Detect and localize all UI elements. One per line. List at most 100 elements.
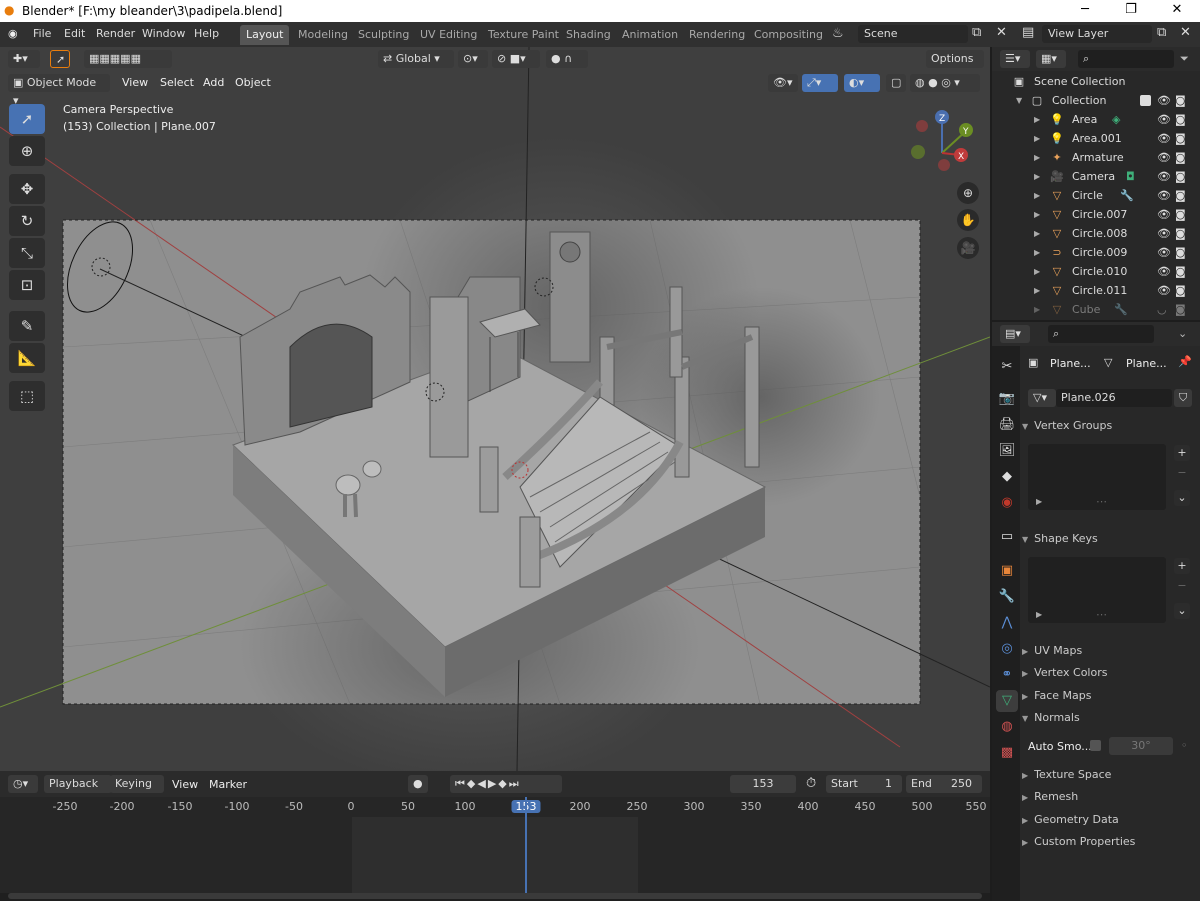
timeline-editor[interactable]: ◷▾ Playback ▾ Keying ▾ View Marker ● ⏮◆◀… [0,771,990,901]
expand-arrow-icon[interactable]: ▶ [1034,167,1040,186]
object-tab-icon[interactable]: ▣ [996,560,1018,582]
outliner[interactable]: ☰▾ ▦▾ ⌕ ⏷ ▣ Scene Collection ▼ ▢ Collect… [992,47,1200,320]
animate-property-icon[interactable]: ◦ [1181,739,1188,752]
playback-controls[interactable]: ⏮◆◀▶◆⏭ [450,775,562,793]
editor-type-button[interactable]: ✚▾ [8,50,40,68]
outliner-item-area[interactable]: ▶ 💡 Area ◈ 👁 ◙ [992,110,1200,129]
outliner-item-circle-008[interactable]: ▶ ▽ Circle.008 👁 ◙ [992,224,1200,243]
tab-modeling[interactable]: Modeling [292,25,354,45]
3d-viewport[interactable]: Z Y X ✚▾ ➚ ▦▦▦▦▦ ⇄ Global ▾ ⊙▾ ⊘ ■▾ ● ∩ … [0,47,990,771]
panel-custom-properties[interactable]: ▶ Custom Properties [1022,832,1192,852]
delete-view-layer-icon[interactable]: ✕ [1180,25,1191,40]
expand-arrow-icon[interactable]: ▶ [1034,129,1040,148]
panel-uv-maps[interactable]: ▶ UV Maps [1022,641,1192,661]
tab-layout[interactable]: Layout [240,25,290,45]
eye-icon[interactable]: 👁 [1157,167,1171,186]
menu-object[interactable]: Object [235,76,271,89]
constraints-tab-icon[interactable]: ⚭ [996,664,1018,686]
scale-icon[interactable]: ⤡ [9,238,45,268]
collection-checkbox[interactable] [1140,95,1151,106]
expand-arrow-icon[interactable]: ▶ [1034,243,1040,262]
mesh-breadcrumb[interactable]: Plane... [1126,357,1167,370]
transform-orientation-dropdown[interactable]: ⇄ Global ▾ [378,50,454,68]
camera-render-icon[interactable]: ◙ [1175,129,1186,148]
collection-tab-icon[interactable]: ▭ [996,526,1018,548]
camera-render-icon[interactable]: ◙ [1175,281,1186,300]
move-icon[interactable]: ✥ [9,174,45,204]
properties-editor-type-icon[interactable]: ▤▾ [1000,325,1030,343]
panel-geometry-data[interactable]: ▶ Geometry Data [1022,810,1192,830]
minimize-button[interactable]: ─ [1062,0,1108,22]
camera-render-icon[interactable]: ◙ [1175,205,1186,224]
panel-face-maps[interactable]: ▶ Face Maps [1022,686,1192,706]
outliner-item-circle-011[interactable]: ▶ ▽ Circle.011 👁 ◙ [992,281,1200,300]
timeline-body[interactable] [0,797,990,893]
snap-toggle-icon[interactable]: ⊘ ■▾ [492,50,540,68]
rotate-icon[interactable]: ↻ [9,206,45,236]
select-tool-icon[interactable]: ➚ [50,50,70,68]
pin-icon[interactable]: 📌 [1178,355,1192,368]
camera-render-icon[interactable]: ◙ [1175,243,1186,262]
vertex-groups-list[interactable]: ▶ ⋯ [1028,444,1166,510]
add-vertex-group-button[interactable]: + [1174,445,1190,461]
mesh-data-tab-icon[interactable]: ▽ [996,690,1018,712]
shape-key-specials-icon[interactable]: ⌄ [1174,603,1190,619]
auto-smooth-angle-field[interactable]: 30° [1109,737,1173,755]
eye-icon[interactable]: 👁 [1157,281,1171,300]
eye-icon[interactable]: 👁 [1157,262,1171,281]
tool-tab-icon[interactable]: ✂ [996,356,1018,378]
stopwatch-icon[interactable]: ⏱ [806,776,816,791]
eye-icon[interactable]: 👁 [1157,148,1171,167]
expand-arrow-icon[interactable]: ▶ [1034,224,1040,243]
modifier-wrench-icon[interactable]: 🔧 [1120,186,1134,205]
menu-file[interactable]: File [33,27,51,40]
camera-view-icon[interactable]: 🎥 [957,237,979,259]
xray-toggle-icon[interactable]: ▢ [886,74,906,92]
scene-collection-row[interactable]: ▣ Scene Collection [992,72,1200,91]
menu-select[interactable]: Select [160,76,194,89]
outliner-search-input[interactable]: ⌕ [1078,50,1174,68]
current-frame-field[interactable]: 153 [730,775,796,793]
expand-arrow-icon[interactable]: ▶ [1034,262,1040,281]
mesh-name-field[interactable]: Plane.026 [1056,389,1172,407]
new-scene-icon[interactable]: ⧉ [972,25,981,40]
filter-icon[interactable]: ⏷ [1180,52,1189,66]
tab-animation[interactable]: Animation [616,25,684,45]
timeline-scrollbar[interactable] [8,893,982,899]
tab-compositing[interactable]: Compositing [748,25,829,45]
shape-keys-list[interactable]: ▶ ⋯ [1028,557,1166,623]
overlay-toggle-icon[interactable]: ◐▾ [844,74,880,92]
menu-help[interactable]: Help [194,27,219,40]
gizmo-toggle-icon[interactable]: ⤢▾ [802,74,838,92]
new-view-layer-icon[interactable]: ⧉ [1157,25,1166,40]
modifier-wrench-icon[interactable]: 🔧 [1114,300,1128,319]
menu-add[interactable]: Add [203,76,224,89]
outliner-item-cube[interactable]: ▶ ▽ Cube 🔧 ◡ ◙ [992,300,1200,319]
end-frame-field[interactable]: End 250 [906,775,982,793]
newel-post[interactable] [519,516,541,588]
pivot-point-icon[interactable]: ⊙▾ [458,50,488,68]
properties-editor[interactable]: ▤▾ ⌕ ⌄ ✂ 📷 🖨 🖼 ◆ ◉ ▭ ▣ 🔧 ⋀ ◎ ⚭ ▽ ◍ ▩ ▣ P… [992,322,1200,901]
door-frame[interactable] [429,296,469,458]
eye-icon[interactable]: 👁 [1157,224,1171,243]
panel-shape-keys[interactable]: ▼ Shape Keys [1022,529,1192,549]
properties-search-input[interactable]: ⌕ [1048,325,1154,343]
tab-texture-paint[interactable]: Texture Paint [482,25,565,45]
eye-icon[interactable]: 👁 [1157,205,1171,224]
shading-mode-icon[interactable]: ◍ ● ◎ ▾ [910,74,980,92]
fake-user-shield-icon[interactable]: ⛉ [1174,389,1192,407]
blender-menu-icon[interactable]: ◉ [8,27,18,40]
panel-texture-space[interactable]: ▶ Texture Space [1022,765,1192,785]
timeline-ruler[interactable]: -250 -200 -150 -100 -50 0 50 100 153 200… [0,797,990,817]
panel-vertex-groups[interactable]: ▼ Vertex Groups [1022,416,1192,436]
cursor-icon[interactable]: ⊕ [9,136,45,166]
menu-render[interactable]: Render [96,27,135,40]
transform-icon[interactable]: ⊡ [9,270,45,300]
outliner-item-circle-010[interactable]: ▶ ▽ Circle.010 👁 ◙ [992,262,1200,281]
menu-view[interactable]: View [122,76,148,89]
camera-render-icon[interactable]: ◙ [1175,167,1186,186]
newel-post[interactable] [479,446,499,513]
camera-data-icon[interactable]: ◘ [1126,167,1135,186]
remove-vertex-group-button[interactable]: − [1174,465,1190,481]
camera-render-icon[interactable]: ◙ [1175,262,1186,281]
